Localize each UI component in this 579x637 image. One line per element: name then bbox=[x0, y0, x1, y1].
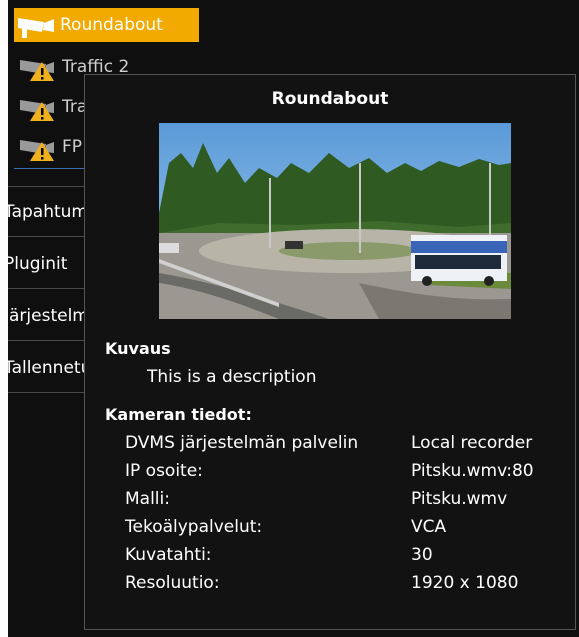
camera-tree-label: FP bbox=[62, 137, 83, 157]
info-value: 1920 x 1080 bbox=[411, 573, 519, 593]
info-value: Pitsku.wmv:80 bbox=[411, 461, 534, 481]
camera-snapshot bbox=[159, 123, 511, 319]
camera-info-tooltip: Roundabout Kuvaus This is a description … bbox=[84, 74, 576, 630]
camera-tree-item-roundabout[interactable]: Roundabout bbox=[14, 8, 199, 42]
camera-warning-icon bbox=[16, 92, 60, 122]
camera-tree-label: Roundabout bbox=[60, 15, 163, 35]
camera-info-heading: Kameran tiedot: bbox=[105, 405, 252, 424]
info-key: Malli: bbox=[125, 489, 170, 509]
info-key: DVMS järjestelmän palvelin bbox=[125, 433, 359, 453]
info-key: IP osoite: bbox=[125, 461, 203, 481]
info-key: Resoluutio: bbox=[125, 573, 220, 593]
info-row-ai-services: Tekoälypalvelut: VCA bbox=[125, 517, 565, 541]
camera-viewer-app: Roundabout Traffic 2 Traffic bbox=[0, 0, 579, 637]
info-value: Pitsku.wmv bbox=[411, 489, 508, 509]
camera-icon bbox=[14, 10, 58, 40]
camera-tree-item-fp[interactable]: FP bbox=[16, 130, 82, 164]
info-value: Local recorder bbox=[411, 433, 533, 453]
info-row-dvms-server: DVMS järjestelmän palvelin Local recorde… bbox=[125, 433, 565, 457]
camera-warning-icon bbox=[16, 132, 60, 162]
info-key: Kuvatahti: bbox=[125, 545, 212, 565]
info-key: Tekoälypalvelut: bbox=[125, 517, 263, 537]
info-row-ip-address: IP osoite: Pitsku.wmv:80 bbox=[125, 461, 565, 485]
info-row-model: Malli: Pitsku.wmv bbox=[125, 489, 565, 513]
tooltip-title: Roundabout bbox=[271, 89, 389, 109]
info-value: 30 bbox=[411, 545, 433, 565]
info-value: VCA bbox=[411, 517, 447, 537]
info-row-resolution: Resoluutio: 1920 x 1080 bbox=[125, 573, 565, 597]
description-heading: Kuvaus bbox=[105, 339, 171, 358]
camera-warning-icon bbox=[16, 52, 60, 82]
description-text: This is a description bbox=[147, 367, 317, 387]
info-row-frame-rate: Kuvatahti: 30 bbox=[125, 545, 565, 569]
